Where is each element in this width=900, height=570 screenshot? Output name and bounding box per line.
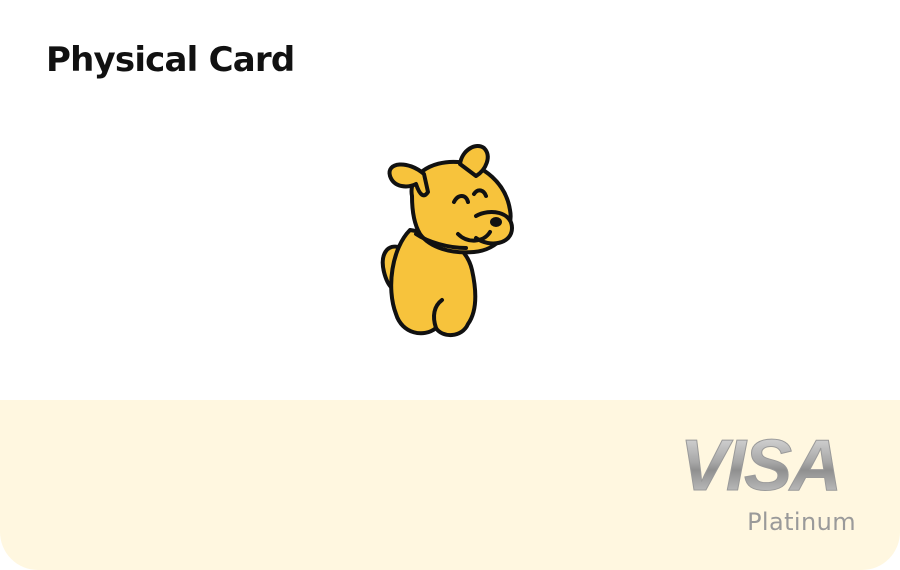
card-title: Physical Card xyxy=(46,40,295,80)
visa-brand-text: VISA xyxy=(680,428,840,500)
physical-card: Physical Card VISA Platinum xyxy=(0,0,900,570)
visa-logo: VISA xyxy=(679,428,842,500)
dog-mascot-icon xyxy=(380,144,514,337)
visa-tier-label: Platinum xyxy=(747,508,856,536)
